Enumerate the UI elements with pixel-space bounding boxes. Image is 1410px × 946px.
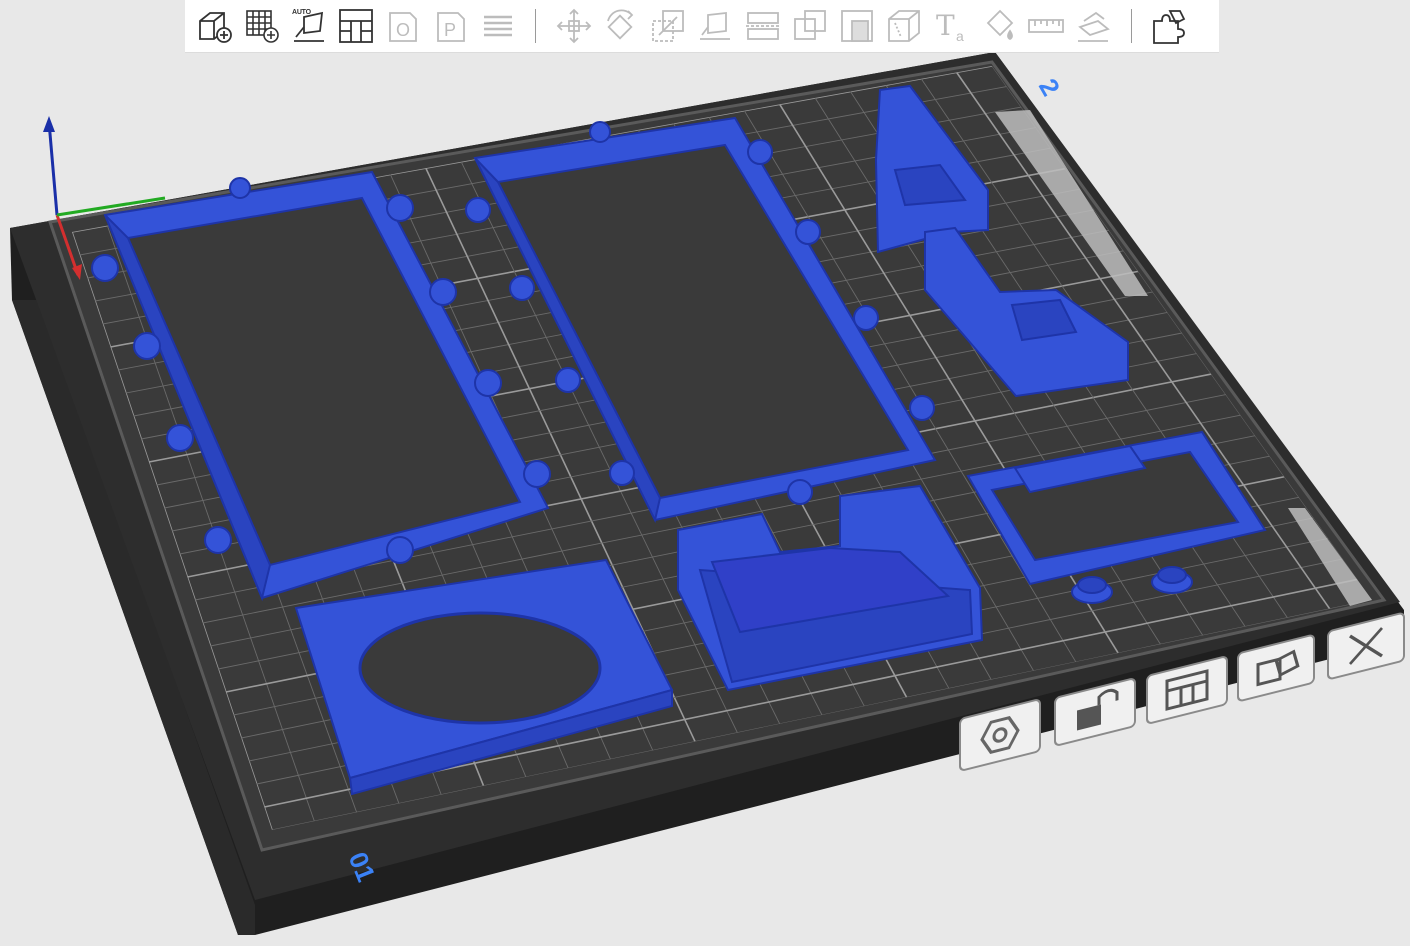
add-object-button[interactable] (195, 6, 235, 46)
arrange-button[interactable] (336, 6, 376, 46)
plate-number-back: 2 (1033, 73, 1066, 101)
scale-button[interactable] (648, 6, 688, 46)
cube-plus-icon (198, 12, 232, 43)
z-axis (47, 121, 59, 216)
grid-plus-icon (245, 10, 279, 43)
arrange-icon (339, 9, 374, 43)
assembly-button[interactable] (1073, 6, 1113, 46)
svg-text:a: a (956, 28, 964, 44)
assembly-icon (1077, 11, 1110, 42)
scale-icon (652, 10, 685, 42)
move-icon (556, 8, 592, 44)
color-paint-button[interactable] (979, 6, 1019, 46)
split-parts-button[interactable]: P (431, 6, 471, 46)
support-paint-button[interactable] (837, 6, 877, 46)
svg-text:O: O (396, 20, 410, 40)
support-paint-icon (841, 10, 873, 42)
lay-on-face-button[interactable] (695, 6, 735, 46)
split-parts-icon: P (436, 12, 465, 42)
lay-on-face-icon (700, 11, 731, 40)
viewport-3d[interactable]: 01 2 (0, 0, 1410, 946)
paint-bucket-icon (986, 9, 1013, 41)
ruler-icon (1027, 19, 1064, 33)
cut-icon (745, 12, 780, 40)
main-toolbar: AUTO O P T a (185, 0, 1219, 53)
toolbar-separator (535, 9, 537, 43)
add-plate-button[interactable] (242, 6, 282, 46)
auto-orient-label: AUTO (291, 9, 311, 16)
measure-button[interactable] (1026, 6, 1066, 46)
split-objects-icon: O (389, 12, 418, 42)
z-axis-arrow (43, 116, 55, 132)
toolbar-separator (1130, 9, 1132, 43)
rotate-button[interactable] (601, 6, 641, 46)
assembly-view-button[interactable] (1149, 6, 1189, 46)
text-icon: T a (936, 9, 964, 44)
svg-text:P: P (444, 20, 456, 40)
rotate-icon (607, 9, 634, 40)
boolean-icon (793, 10, 826, 40)
svg-text:T: T (936, 9, 955, 42)
layers-button[interactable] (478, 6, 518, 46)
split-objects-button[interactable]: O (383, 6, 423, 46)
seam-paint-button[interactable] (884, 6, 924, 46)
text-button[interactable]: T a (931, 6, 971, 46)
move-button[interactable] (554, 6, 594, 46)
layers-icon (483, 15, 512, 37)
seam-paint-icon (888, 10, 921, 42)
puzzle-icon (1153, 10, 1186, 44)
cut-button[interactable] (743, 6, 783, 46)
boolean-button[interactable] (790, 6, 830, 46)
auto-orient-button[interactable]: AUTO (289, 6, 329, 46)
